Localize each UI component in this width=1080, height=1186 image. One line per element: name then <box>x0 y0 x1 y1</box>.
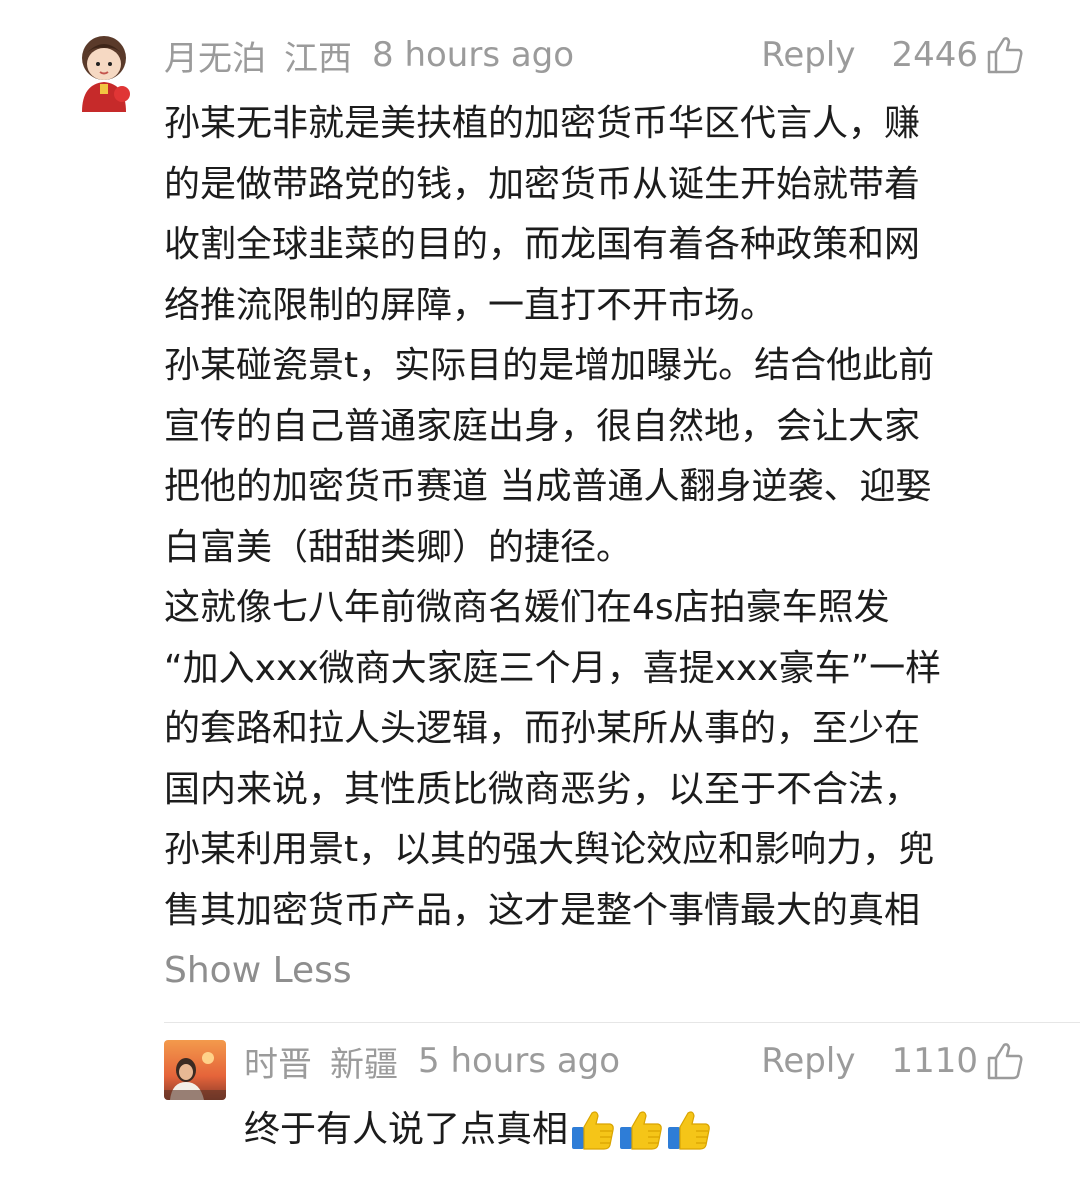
like-count: 1110 <box>891 1041 978 1081</box>
comment-line: 白富美（甜甜类卿）的捷径。 <box>164 526 633 568</box>
comment-card: 月无泊 江西 8 hours ago Reply 2446 孙某无非就是美扶植的… <box>0 0 1080 1010</box>
comment-meta: 月无泊 江西 8 hours ago <box>164 30 592 80</box>
avatar[interactable] <box>164 1040 226 1100</box>
comment-meta: 时晋 新疆 5 hours ago <box>244 1036 638 1086</box>
thumbs-up-emoji-icon <box>666 1107 712 1153</box>
thumbs-up-icon[interactable] <box>986 1041 1024 1081</box>
username[interactable]: 时晋 <box>244 1037 312 1086</box>
show-less-link[interactable]: Show Less <box>164 946 352 996</box>
comment-line: 孙某无非就是美扶植的加密货币华区代言人，赚 <box>164 103 921 144</box>
location: 新疆 <box>330 1044 398 1085</box>
comment-line: 孙某碰瓷景t，实际目的是增加曝光。结合他此前 <box>164 345 935 386</box>
reply-button[interactable]: Reply <box>761 1041 855 1081</box>
timestamp: 8 hours ago <box>372 35 575 75</box>
avatar[interactable] <box>70 28 138 112</box>
thumbs-up-icon[interactable] <box>986 35 1024 75</box>
comment-line: 售其加密货币产品，这才是整个事情最大的真相 <box>164 889 921 931</box>
reply-button[interactable]: Reply <box>761 35 855 75</box>
comment-actions: Reply 2446 <box>761 30 1024 80</box>
comment-line: 国内来说，其性质比微商恶劣，以至于不合法， <box>164 768 921 810</box>
thumbs-up-emoji-icon <box>618 1107 664 1153</box>
username[interactable]: 月无泊 <box>164 31 266 80</box>
thumbs-up-emoji-icon <box>570 1107 616 1153</box>
comment-actions: Reply 1110 <box>761 1036 1024 1086</box>
like-count: 2446 <box>891 35 978 75</box>
comment-line: 孙某利用景t，以其的强大舆论效应和影响力，兜 <box>164 829 935 870</box>
comment-body: 孙某无非就是美扶植的加密货币华区代言人，赚 的是做带路党的钱，加密货币从诞生开始… <box>164 94 1044 941</box>
comment-line: 终于有人说了点真相 <box>244 1109 569 1150</box>
comment-line: 收割全球韭菜的目的，而龙国有着各种政策和网 <box>164 224 921 265</box>
comment-line: 这就像七八年前微商名媛们在4s店拍豪车照发 <box>164 587 890 628</box>
comment-line: 的是做带路党的钱，加密货币从诞生开始就带着 <box>164 163 921 205</box>
comment-line: 把他的加密货币赛道 当成普通人翻身逆袭、迎娶 <box>164 466 932 507</box>
comment-line: 的套路和拉人头逻辑，而孙某所从事的，至少在 <box>164 708 921 749</box>
comment-line: 络推流限制的屏障，一直打不开市场。 <box>164 284 777 326</box>
comment-body: 终于有人说了点真相 <box>244 1100 712 1160</box>
location: 江西 <box>284 38 352 79</box>
timestamp: 5 hours ago <box>418 1041 621 1081</box>
comment-line: “加入xxx微商大家庭三个月，喜提xxx豪车”一样 <box>164 647 942 689</box>
comment-line: 宣传的自己普通家庭出身，很自然地，会让大家 <box>164 405 921 447</box>
